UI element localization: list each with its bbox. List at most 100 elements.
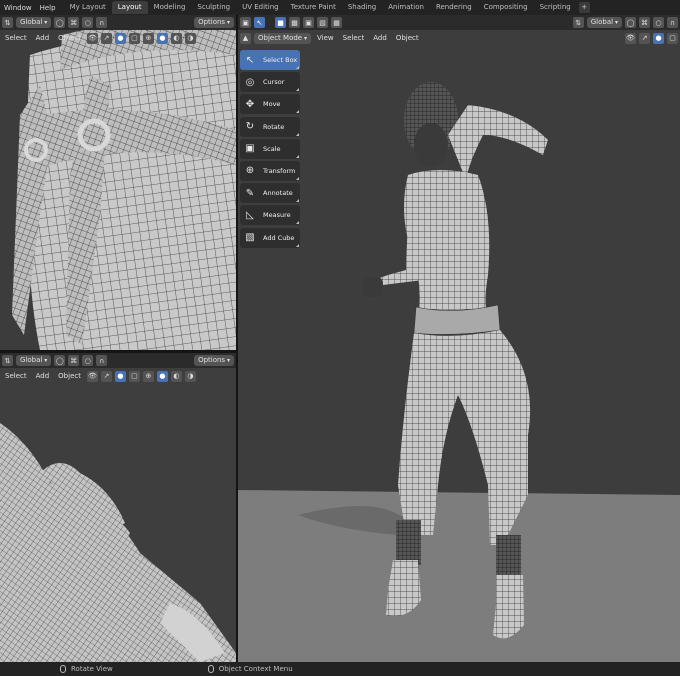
belt-wireframe-render <box>0 15 236 350</box>
menu-select[interactable]: Select <box>2 372 30 380</box>
mode-icon[interactable]: ▲ <box>240 32 251 44</box>
visibility-icon[interactable]: 👁 <box>86 32 98 44</box>
left-top-viewport[interactable]: ⇅ Global ◯ ⌘ ○ ∩ Options Select Add Obje… <box>0 15 236 350</box>
transform-icon: ⊕ <box>245 165 255 177</box>
proportional-edit-icon[interactable]: ○ <box>82 17 94 28</box>
tab-my-layout[interactable]: My Layout <box>64 1 112 14</box>
proportional-edit-icon[interactable]: ○ <box>653 17 664 28</box>
visibility-icon[interactable]: 👁 <box>86 370 98 382</box>
main-viewport-menubar: ▲ Object Mode View Select Add Object 👁 ↗… <box>238 30 680 46</box>
main-viewport[interactable]: ▣ ↖ ■ ▩ ▣ ▧ ▦ ⇅ Global ◯ ⌘ ○ ∩ ▲ Object … <box>238 15 680 662</box>
tab-compositing[interactable]: Compositing <box>478 1 534 14</box>
select-mode-icon[interactable]: ↖ <box>254 17 265 28</box>
xray-icon[interactable]: ▢ <box>128 32 140 44</box>
menu-select[interactable]: Select <box>2 34 30 42</box>
menu-object[interactable]: Object <box>393 34 422 42</box>
left-bottom-menubar: Select Add Object 👁 ↗ ● ▢ ⊕ ● ◐ ◑ <box>0 368 236 384</box>
tab-animation[interactable]: Animation <box>382 1 430 14</box>
menu-window[interactable]: Window <box>0 4 36 12</box>
xray-icon[interactable]: ▢ <box>128 370 140 382</box>
left-bottom-viewport[interactable]: ⇅ Global ◯ ⌘ ○ ∩ Options Select Add Obje… <box>0 353 236 662</box>
add-cube-icon: ▧ <box>245 232 255 243</box>
menu-help[interactable]: Help <box>36 4 60 12</box>
falloff-icon[interactable]: ∩ <box>96 355 108 366</box>
pivot-icon[interactable]: ◯ <box>625 17 636 28</box>
pivot-icon[interactable]: ◯ <box>54 17 66 28</box>
select-extend-icon[interactable]: ▩ <box>289 17 300 28</box>
tab-layout[interactable]: Layout <box>111 1 148 14</box>
shading-wireframe-icon[interactable]: ⊕ <box>142 370 154 382</box>
falloff-icon[interactable]: ∩ <box>96 17 108 28</box>
snap-icon[interactable]: ⌘ <box>68 355 80 366</box>
tab-rendering[interactable]: Rendering <box>430 1 478 14</box>
snap-icon[interactable]: ⌘ <box>68 17 80 28</box>
menu-add[interactable]: Add <box>33 34 53 42</box>
select-invert-icon[interactable]: ▧ <box>317 17 328 28</box>
shading-wireframe-icon[interactable]: ⊕ <box>142 32 154 44</box>
overlay-icon[interactable]: ● <box>114 370 126 382</box>
tool-add-cube[interactable]: ▧ Add Cube <box>240 227 300 248</box>
object-mode-dropdown[interactable]: Object Mode <box>254 32 312 44</box>
top-menu-bar: Window Help My Layout Layout Modeling Sc… <box>0 0 680 15</box>
menu-add[interactable]: Add <box>33 372 53 380</box>
select-intersect-icon[interactable]: ▦ <box>331 17 342 28</box>
falloff-icon[interactable]: ∩ <box>667 17 678 28</box>
mouse-middle-icon <box>60 665 66 673</box>
shading-solid-icon[interactable]: ● <box>156 32 168 44</box>
measure-icon: ◺ <box>246 209 254 221</box>
menu-object[interactable]: Object <box>55 34 84 42</box>
shading-material-icon[interactable]: ◐ <box>170 32 182 44</box>
shading-rendered-icon[interactable]: ◑ <box>184 370 196 382</box>
tool-move[interactable]: ✥ Move <box>240 94 300 115</box>
transform-orientation-icon[interactable]: ⇅ <box>572 17 584 28</box>
tool-scale[interactable]: ▣ Scale <box>240 138 300 159</box>
gizmo-icon[interactable]: ↗ <box>100 370 112 382</box>
area-divider-horizontal[interactable] <box>0 350 236 353</box>
gizmo-icon[interactable]: ↗ <box>639 32 650 44</box>
editor-type-icon[interactable]: ▣ <box>240 17 251 28</box>
select-subtract-icon[interactable]: ▣ <box>303 17 314 28</box>
add-workspace-button[interactable]: + <box>578 2 590 13</box>
options-dropdown[interactable]: Options <box>194 17 234 28</box>
menu-object[interactable]: Object <box>55 372 84 380</box>
annotate-icon: ✎ <box>245 187 255 199</box>
tool-rotate[interactable]: ↻ Rotate <box>240 116 300 137</box>
tab-shading[interactable]: Shading <box>342 1 382 14</box>
xray-icon[interactable]: ▢ <box>667 32 678 44</box>
menu-view[interactable]: View <box>314 34 337 42</box>
orientation-dropdown[interactable]: Global <box>586 17 622 28</box>
shading-solid-icon[interactable]: ● <box>156 370 168 382</box>
move-icon: ✥ <box>245 98 255 110</box>
tool-select-box[interactable]: ↖ Select Box <box>240 50 300 70</box>
overlay-icon[interactable]: ● <box>114 32 126 44</box>
menu-select[interactable]: Select <box>340 34 368 42</box>
overlay-icon[interactable]: ● <box>653 32 664 44</box>
options-dropdown[interactable]: Options <box>194 355 234 366</box>
toolbar-panel: ↖ Select Box ◎ Cursor ✥ Move ↻ Rotate ▣ … <box>240 50 300 250</box>
orientation-dropdown[interactable]: Global <box>16 355 52 366</box>
visibility-icon[interactable]: 👁 <box>625 32 636 44</box>
transform-orientation-icon[interactable]: ⇅ <box>2 355 13 366</box>
tool-transform[interactable]: ⊕ Transform <box>240 160 300 181</box>
snap-icon[interactable]: ⌘ <box>639 17 650 28</box>
orientation-dropdown[interactable]: Global <box>16 17 52 28</box>
status-hint-left: Rotate View <box>60 665 113 673</box>
tab-texture-paint[interactable]: Texture Paint <box>285 1 342 14</box>
tab-sculpting[interactable]: Sculpting <box>191 1 236 14</box>
tool-cursor[interactable]: ◎ Cursor <box>240 72 300 93</box>
transform-orientation-icon[interactable]: ⇅ <box>2 17 13 28</box>
shading-rendered-icon[interactable]: ◑ <box>184 32 196 44</box>
select-new-icon[interactable]: ■ <box>275 17 286 28</box>
tab-scripting[interactable]: Scripting <box>534 1 577 14</box>
tab-modeling[interactable]: Modeling <box>148 1 192 14</box>
left-top-menubar: Select Add Object 👁 ↗ ● ▢ ⊕ ● ◐ ◑ <box>0 30 236 46</box>
pivot-icon[interactable]: ◯ <box>54 355 66 366</box>
proportional-edit-icon[interactable]: ○ <box>82 355 94 366</box>
tool-measure[interactable]: ◺ Measure <box>240 205 300 226</box>
shading-material-icon[interactable]: ◐ <box>170 370 182 382</box>
main-viewport-header: ▣ ↖ ■ ▩ ▣ ▧ ▦ ⇅ Global ◯ ⌘ ○ ∩ <box>238 15 680 30</box>
menu-add[interactable]: Add <box>370 34 390 42</box>
tab-uv-editing[interactable]: UV Editing <box>236 1 285 14</box>
gizmo-icon[interactable]: ↗ <box>100 32 112 44</box>
tool-annotate[interactable]: ✎ Annotate <box>240 183 300 204</box>
